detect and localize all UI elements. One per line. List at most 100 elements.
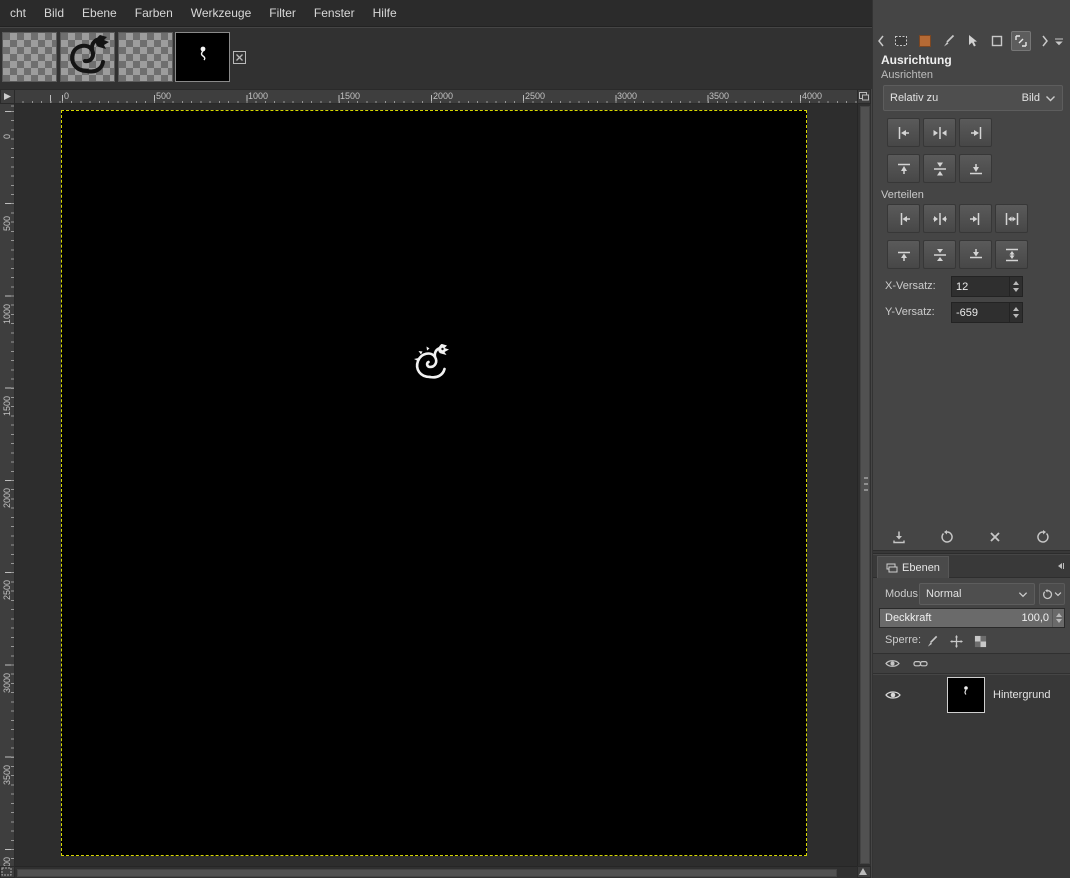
layers-icon bbox=[886, 563, 898, 572]
relative-to-label: Relativ zu bbox=[890, 92, 939, 104]
scroll-tools-left-button[interactable] bbox=[875, 31, 887, 51]
window-icon bbox=[859, 92, 869, 101]
image-tab-1[interactable] bbox=[2, 32, 57, 82]
distribute-left-button[interactable] bbox=[887, 204, 920, 233]
distribute-top-button[interactable] bbox=[887, 240, 920, 269]
align-left-button[interactable] bbox=[887, 118, 920, 147]
vertical-scrollbar[interactable] bbox=[857, 104, 871, 866]
align-middle-vertical-button[interactable] bbox=[923, 154, 956, 183]
align-right-button[interactable] bbox=[959, 118, 992, 147]
chevron-right-icon bbox=[1042, 35, 1048, 47]
dragon-image bbox=[414, 344, 449, 379]
navigation-button[interactable] bbox=[857, 866, 871, 878]
layers-tab-menu-button[interactable] bbox=[1053, 559, 1067, 573]
image-tabstrip bbox=[0, 28, 872, 89]
tab-close-button[interactable] bbox=[231, 49, 247, 65]
ruler-label: 500 bbox=[2, 215, 12, 231]
align-bottom-button[interactable] bbox=[959, 154, 992, 183]
opacity-increment-button[interactable] bbox=[1053, 609, 1064, 618]
distribute-row-vertical bbox=[887, 240, 1031, 269]
spread-horizontal-button[interactable] bbox=[995, 204, 1028, 233]
dock-tab-menu-button[interactable] bbox=[1053, 31, 1065, 51]
x-offset-increment-button[interactable] bbox=[1010, 277, 1022, 287]
horizontal-scrollbar-thumb[interactable] bbox=[17, 869, 837, 877]
x-offset-decrement-button[interactable] bbox=[1010, 287, 1022, 297]
horizontal-ruler[interactable]: 0 500 1000 1500 2000 2500 3000 3500 4000 bbox=[15, 89, 857, 104]
ruler-label: 1500 bbox=[340, 91, 361, 101]
alignment-tool-icon-active[interactable] bbox=[1011, 31, 1031, 51]
layers-tab-label: Ebenen bbox=[902, 561, 940, 574]
delete-presets-button[interactable] bbox=[985, 527, 1005, 547]
quick-mask-icon bbox=[1, 867, 12, 876]
x-offset-label: X-Versatz: bbox=[885, 280, 936, 292]
crop-tool-icon[interactable] bbox=[987, 31, 1007, 51]
save-presets-button[interactable] bbox=[889, 527, 909, 547]
menu-image[interactable]: Bild bbox=[35, 0, 73, 26]
menu-layer[interactable]: Ebene bbox=[73, 0, 126, 26]
ruler-label: 3500 bbox=[709, 91, 730, 101]
align-center-horizontal-button[interactable] bbox=[923, 118, 956, 147]
small-dragon-thumbnail-icon bbox=[200, 46, 206, 61]
layer-visibility-toggle[interactable] bbox=[883, 685, 903, 705]
distribute-middle-vertical-button[interactable] bbox=[923, 240, 956, 269]
lock-pixels-button[interactable] bbox=[923, 632, 941, 650]
menu-help[interactable]: Hilfe bbox=[364, 0, 406, 26]
y-offset-increment-button[interactable] bbox=[1010, 303, 1022, 313]
y-offset-decrement-button[interactable] bbox=[1010, 313, 1022, 323]
opacity-decrement-button[interactable] bbox=[1053, 618, 1064, 627]
layer-mode-combo[interactable]: Normal bbox=[919, 583, 1035, 605]
scrollbar-grip bbox=[864, 477, 868, 493]
layer-row-background[interactable]: Hintergrund bbox=[873, 675, 1070, 715]
rect-select-tool-icon[interactable] bbox=[891, 31, 911, 51]
chevron-down-icon bbox=[1046, 95, 1055, 101]
lock-position-button[interactable] bbox=[947, 632, 965, 650]
opacity-spinner bbox=[1052, 609, 1064, 627]
ruler-label: 2000 bbox=[433, 91, 454, 101]
dock-splitter[interactable] bbox=[873, 550, 1070, 554]
tab-layers[interactable]: Ebenen bbox=[877, 556, 949, 578]
alpha-lock-icon bbox=[974, 635, 986, 647]
layer-thumbnail-dragon-icon bbox=[964, 686, 968, 695]
menu-colors[interactable]: Farben bbox=[126, 0, 182, 26]
canvas-viewport[interactable] bbox=[15, 104, 857, 866]
spread-vertical-button[interactable] bbox=[995, 240, 1028, 269]
blend-space-button[interactable] bbox=[1039, 583, 1065, 605]
relative-to-combo[interactable]: Relativ zu Bild bbox=[883, 85, 1063, 111]
dragon-thumbnail-icon bbox=[70, 35, 109, 74]
layers-tabbar: Ebenen bbox=[873, 555, 1070, 578]
paintbrush-tool-icon[interactable] bbox=[939, 31, 959, 51]
menu-windows[interactable]: Fenster bbox=[305, 0, 364, 26]
scroll-tools-right-button[interactable] bbox=[1039, 31, 1051, 51]
menu-view[interactable]: cht bbox=[1, 0, 35, 26]
revert-icon bbox=[941, 530, 953, 543]
vertical-ruler[interactable]: 0 500 1000 1500 2000 2500 3000 3500 4000 bbox=[0, 104, 15, 877]
image-canvas[interactable] bbox=[61, 110, 807, 856]
distribute-center-horizontal-button[interactable] bbox=[923, 204, 956, 233]
opacity-slider[interactable]: Deckkraft 100,0 bbox=[879, 608, 1065, 628]
menu-filters[interactable]: Filter bbox=[260, 0, 305, 26]
color-swatch-icon[interactable] bbox=[915, 31, 935, 51]
ruler-origin-button[interactable] bbox=[0, 89, 15, 104]
horizontal-scrollbar[interactable] bbox=[15, 866, 857, 878]
tab-menu-icon bbox=[1055, 38, 1063, 46]
lock-alpha-button[interactable] bbox=[971, 632, 989, 650]
image-tab-2[interactable] bbox=[60, 32, 115, 82]
lock-row: Sperre: bbox=[873, 632, 1070, 650]
align-top-button[interactable] bbox=[887, 154, 920, 183]
x-offset-input[interactable] bbox=[952, 277, 1009, 296]
move-tool-icon[interactable] bbox=[963, 31, 983, 51]
layer-name[interactable]: Hintergrund bbox=[993, 689, 1050, 701]
quick-mask-button[interactable] bbox=[0, 866, 15, 878]
vertical-scrollbar-thumb[interactable] bbox=[860, 106, 870, 864]
image-tab-4-active[interactable] bbox=[175, 32, 230, 82]
y-offset-input[interactable] bbox=[952, 303, 1009, 322]
layer-thumbnail[interactable] bbox=[947, 677, 985, 713]
y-offset-row: Y-Versatz: bbox=[873, 302, 1070, 324]
distribute-right-button[interactable] bbox=[959, 204, 992, 233]
restore-presets-button[interactable] bbox=[937, 527, 957, 547]
image-tab-3[interactable] bbox=[118, 32, 173, 82]
distribute-bottom-button[interactable] bbox=[959, 240, 992, 269]
reset-tool-options-button[interactable] bbox=[1033, 527, 1053, 547]
canvas-menu-button[interactable] bbox=[857, 89, 871, 104]
menu-tools[interactable]: Werkzeuge bbox=[182, 0, 260, 26]
